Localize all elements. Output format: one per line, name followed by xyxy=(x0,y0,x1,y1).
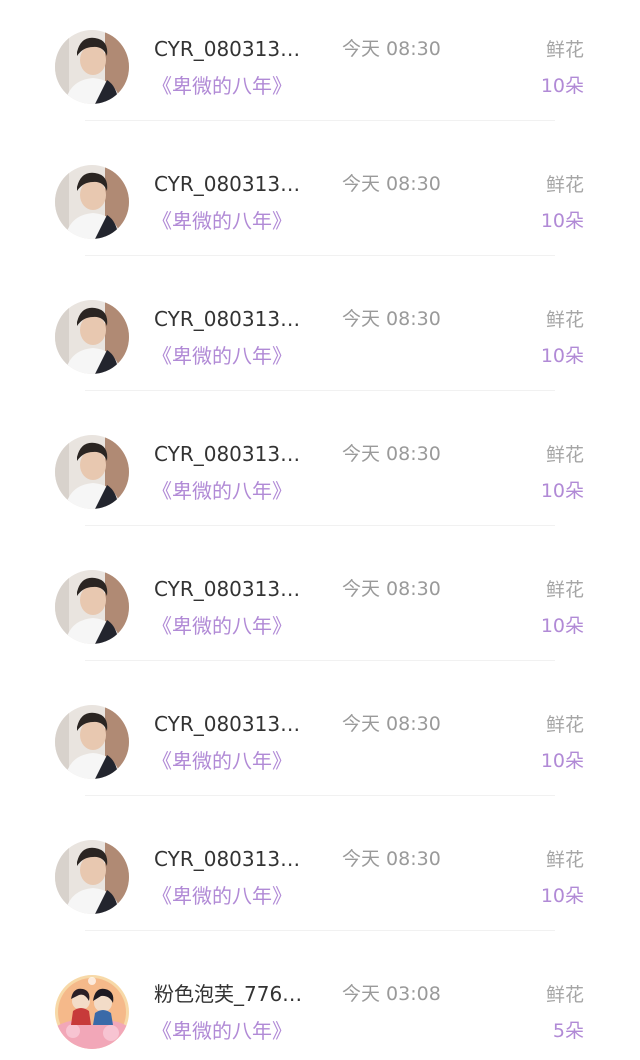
gift-type-label: 鲜花 xyxy=(545,39,584,61)
username: CYR_080313… xyxy=(154,712,301,736)
gift-record-row[interactable]: 粉色泡芙_776… 今天 03:08 鲜花 《卑微的八年》 5朵 xyxy=(0,945,640,1060)
row-divider xyxy=(85,390,555,391)
book-title-link[interactable]: 《卑微的八年》 xyxy=(152,612,292,640)
gift-record-row[interactable]: CYR_080313… 今天 08:30 鲜花 《卑微的八年》 10朵 xyxy=(0,675,640,810)
avatar-man-photo-icon xyxy=(55,300,129,374)
gift-count: 10朵 xyxy=(540,750,584,772)
row-divider xyxy=(85,120,555,121)
username: 粉色泡芙_776… xyxy=(154,982,303,1006)
username: CYR_080313… xyxy=(154,37,301,61)
book-title-link[interactable]: 《卑微的八年》 xyxy=(152,342,292,370)
row-divider xyxy=(85,660,555,661)
book-title-link[interactable]: 《卑微的八年》 xyxy=(152,747,292,775)
gift-count: 10朵 xyxy=(540,615,584,637)
gift-record-row[interactable]: CYR_080313… 今天 08:30 鲜花 《卑微的八年》 10朵 xyxy=(0,405,640,540)
avatar-man-photo-icon xyxy=(55,165,129,239)
book-title-link[interactable]: 《卑微的八年》 xyxy=(152,72,292,100)
timestamp: 今天 03:08 xyxy=(342,983,441,1005)
gift-record-row[interactable]: CYR_080313… 今天 08:30 鲜花 《卑微的八年》 10朵 xyxy=(0,270,640,405)
gift-type-label: 鲜花 xyxy=(545,849,584,871)
username: CYR_080313… xyxy=(154,847,301,871)
user-avatar[interactable] xyxy=(55,165,129,239)
username: CYR_080313… xyxy=(154,307,301,331)
gift-type-label: 鲜花 xyxy=(545,444,584,466)
user-avatar[interactable] xyxy=(55,300,129,374)
gift-record-list: CYR_080313… 今天 08:30 鲜花 《卑微的八年》 10朵 CYR_… xyxy=(0,0,640,1060)
gift-count: 10朵 xyxy=(540,480,584,502)
username: CYR_080313… xyxy=(154,442,301,466)
gift-count: 10朵 xyxy=(540,885,584,907)
timestamp: 今天 08:30 xyxy=(342,173,441,195)
gift-count: 5朵 xyxy=(552,1020,584,1042)
gift-type-label: 鲜花 xyxy=(545,984,584,1006)
gift-record-row[interactable]: CYR_080313… 今天 08:30 鲜花 《卑微的八年》 10朵 xyxy=(0,540,640,675)
user-avatar[interactable] xyxy=(55,435,129,509)
gift-type-label: 鲜花 xyxy=(545,174,584,196)
avatar-man-photo-icon xyxy=(55,435,129,509)
gift-record-row[interactable]: CYR_080313… 今天 08:30 鲜花 《卑微的八年》 10朵 xyxy=(0,0,640,135)
username: CYR_080313… xyxy=(154,577,301,601)
username: CYR_080313… xyxy=(154,172,301,196)
gift-record-row[interactable]: CYR_080313… 今天 08:30 鲜花 《卑微的八年》 10朵 xyxy=(0,135,640,270)
book-title-link[interactable]: 《卑微的八年》 xyxy=(152,207,292,235)
avatar-cartoon-couple-icon xyxy=(55,975,129,1049)
user-avatar[interactable] xyxy=(55,705,129,779)
gift-type-label: 鲜花 xyxy=(545,309,584,331)
row-divider xyxy=(85,255,555,256)
user-avatar[interactable] xyxy=(55,840,129,914)
book-title-link[interactable]: 《卑微的八年》 xyxy=(152,477,292,505)
gift-type-label: 鲜花 xyxy=(545,579,584,601)
timestamp: 今天 08:30 xyxy=(342,713,441,735)
user-avatar[interactable] xyxy=(55,975,129,1049)
avatar-man-photo-icon xyxy=(55,705,129,779)
book-title-link[interactable]: 《卑微的八年》 xyxy=(152,1017,292,1045)
user-avatar[interactable] xyxy=(55,30,129,104)
gift-count: 10朵 xyxy=(540,210,584,232)
avatar-man-photo-icon xyxy=(55,570,129,644)
row-divider xyxy=(85,795,555,796)
timestamp: 今天 08:30 xyxy=(342,443,441,465)
timestamp: 今天 08:30 xyxy=(342,848,441,870)
user-avatar[interactable] xyxy=(55,570,129,644)
row-divider xyxy=(85,930,555,931)
timestamp: 今天 08:30 xyxy=(342,308,441,330)
timestamp: 今天 08:30 xyxy=(342,38,441,60)
gift-record-row[interactable]: CYR_080313… 今天 08:30 鲜花 《卑微的八年》 10朵 xyxy=(0,810,640,945)
row-divider xyxy=(85,525,555,526)
avatar-man-photo-icon xyxy=(55,840,129,914)
gift-count: 10朵 xyxy=(540,75,584,97)
timestamp: 今天 08:30 xyxy=(342,578,441,600)
gift-count: 10朵 xyxy=(540,345,584,367)
gift-type-label: 鲜花 xyxy=(545,714,584,736)
book-title-link[interactable]: 《卑微的八年》 xyxy=(152,882,292,910)
avatar-man-photo-icon xyxy=(55,30,129,104)
